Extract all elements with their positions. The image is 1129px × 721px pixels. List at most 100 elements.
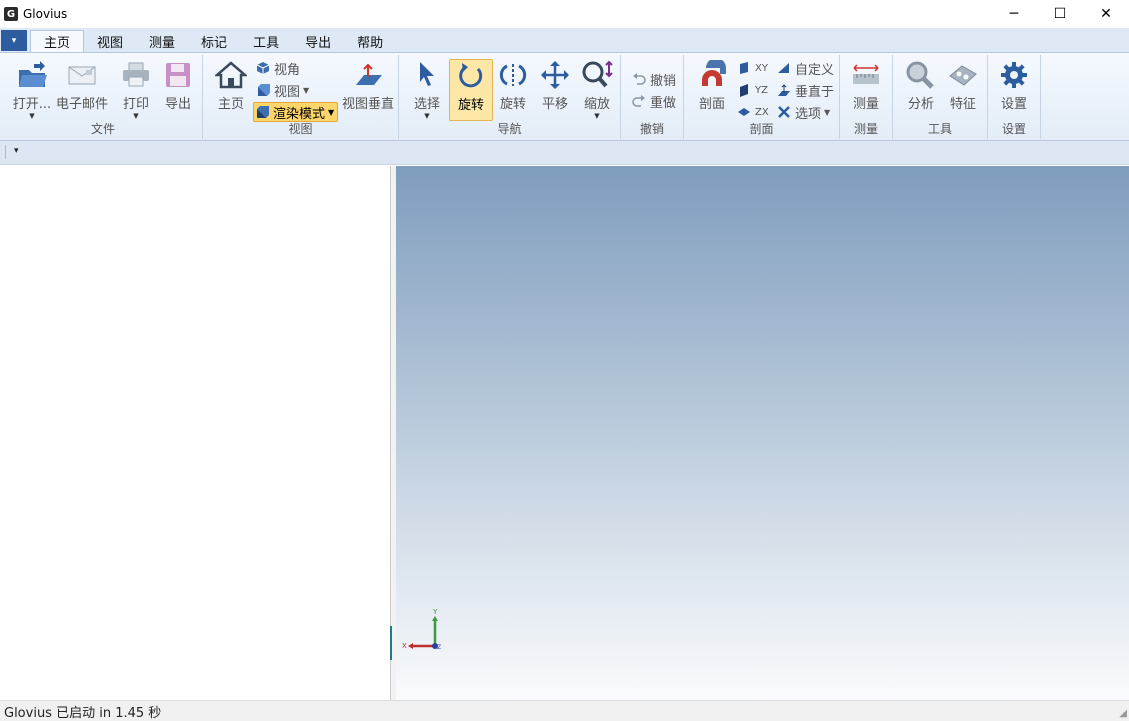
- cube-views-icon: [255, 82, 271, 98]
- export-button[interactable]: 导出: [156, 59, 200, 121]
- section-cut-icon: [695, 59, 729, 91]
- section-xy-button[interactable]: XY: [736, 58, 768, 78]
- home-icon: [214, 59, 248, 91]
- group-label-section: 剖面: [749, 122, 774, 136]
- group-view: 主页 视角 视图 ▼ 渲染模式 ▼ 视图垂直 视图: [203, 55, 399, 139]
- section-button[interactable]: 剖面: [690, 59, 734, 121]
- printer-icon: [119, 59, 153, 91]
- plane-xy-icon: [736, 60, 752, 76]
- group-section: 剖面 XY YZ ZX 自定义 垂直于 选项 ▼ 剖面: [684, 55, 840, 139]
- resize-grip-icon[interactable]: ◢: [1119, 708, 1127, 719]
- chevron-down-icon: ▼: [29, 112, 35, 120]
- custom-plane-icon: [776, 60, 792, 76]
- chevron-down-icon: ▼: [133, 112, 139, 120]
- group-navigation: 选择 ▼ 旋转 旋转 平移 缩放 ▼ 导航: [399, 55, 621, 139]
- undo-button[interactable]: 撤销: [631, 69, 676, 89]
- triad-y-label: Y: [432, 608, 438, 616]
- features-button[interactable]: 特征: [941, 59, 985, 121]
- secondary-toolbar: ▾: [0, 141, 1129, 165]
- ruler-icon: [849, 59, 883, 91]
- spin-button[interactable]: 旋转: [491, 59, 535, 121]
- section-custom-button[interactable]: 自定义: [776, 58, 834, 78]
- chevron-down-icon: ▼: [303, 85, 310, 95]
- splitter-indicator: [390, 626, 392, 660]
- chevron-down-icon: ▼: [594, 112, 600, 120]
- tab-help[interactable]: 帮助: [344, 30, 396, 52]
- render-mode-dropdown-button[interactable]: 渲染模式 ▼: [253, 102, 339, 122]
- plane-yz-icon: [736, 82, 752, 98]
- tab-home[interactable]: 主页: [30, 30, 85, 52]
- triad-z-label: Z: [437, 644, 441, 651]
- tab-view[interactable]: 视图: [84, 30, 136, 52]
- maximize-button[interactable]: ☐: [1037, 0, 1083, 28]
- quick-access-menu-button[interactable]: ▾: [1, 30, 27, 51]
- view-angle-button[interactable]: 视角: [255, 58, 300, 78]
- pan-button[interactable]: 平移: [533, 59, 577, 121]
- redo-arrow-icon: [631, 93, 647, 109]
- group-label-view: 视图: [288, 122, 313, 136]
- plane-zx-icon: [736, 104, 752, 120]
- views-dropdown-button[interactable]: 视图 ▼: [255, 80, 309, 100]
- chevron-down-icon: ▼: [328, 107, 335, 117]
- triad-x-label: X: [402, 642, 407, 650]
- group-label-tools: 工具: [927, 122, 952, 136]
- zoom-magnifier-icon: [580, 59, 614, 91]
- ribbon-tab-bar: ▾ 主页 视图 测量 标记 工具 导出 帮助: [0, 28, 1129, 52]
- home-view-button[interactable]: 主页: [209, 59, 253, 121]
- section-zx-button[interactable]: ZX: [736, 102, 769, 122]
- analyze-button[interactable]: 分析: [899, 59, 943, 121]
- 3d-viewport[interactable]: Y X Z: [396, 166, 1129, 700]
- undo-arrow-icon: [631, 71, 647, 87]
- redo-button[interactable]: 重做: [631, 91, 676, 111]
- measure-button[interactable]: 测量: [844, 59, 888, 121]
- status-text: Glovius 已启动 in 1.45 秒: [4, 705, 162, 721]
- window-title: Glovius: [23, 7, 68, 21]
- tab-export[interactable]: 导出: [292, 30, 344, 52]
- close-button[interactable]: ✕: [1083, 0, 1129, 28]
- app-logo-icon: G: [4, 7, 18, 21]
- group-file: 打开... ▼ 电子邮件 打印 ▼ 导出 文件: [4, 55, 203, 139]
- settings-button[interactable]: 设置: [992, 59, 1036, 121]
- minimize-button[interactable]: ─: [991, 0, 1037, 28]
- section-yz-button[interactable]: YZ: [736, 80, 768, 100]
- toolbar-overflow-icon[interactable]: ▾: [14, 146, 19, 156]
- save-disk-icon: [161, 59, 195, 91]
- features-part-icon: [946, 59, 980, 91]
- tab-markup[interactable]: 标记: [188, 30, 240, 52]
- status-bar: Glovius 已启动 in 1.45 秒 ◢: [0, 700, 1129, 721]
- group-measure: 测量 测量: [840, 55, 893, 139]
- group-label-navigation: 导航: [497, 122, 522, 136]
- section-options-button[interactable]: 选项 ▼: [776, 102, 830, 122]
- email-button[interactable]: 电子邮件: [56, 59, 108, 121]
- group-tools: 分析 特征 工具: [893, 55, 988, 139]
- chevron-down-icon: ▼: [424, 112, 430, 120]
- section-perpendicular-button[interactable]: 垂直于: [776, 80, 834, 100]
- group-undo: 撤销 重做 撤销: [621, 55, 684, 139]
- view-normal-button[interactable]: 视图垂直: [342, 59, 394, 121]
- zoom-button[interactable]: 缩放 ▼: [575, 59, 619, 121]
- tools-cross-icon: [776, 104, 792, 120]
- toolbar-grip[interactable]: [5, 145, 6, 159]
- gear-icon: [997, 59, 1031, 91]
- rotate-button[interactable]: 旋转: [449, 59, 493, 121]
- view-normal-icon: [351, 59, 385, 91]
- spin-icon: [496, 59, 530, 91]
- tab-measure[interactable]: 测量: [136, 30, 188, 52]
- tab-tools[interactable]: 工具: [240, 30, 292, 52]
- group-label-file: 文件: [90, 122, 115, 136]
- chevron-down-icon: ▼: [824, 107, 831, 117]
- render-cube-icon: [254, 104, 270, 120]
- select-button[interactable]: 选择 ▼: [405, 59, 449, 121]
- rotate-icon: [454, 60, 488, 92]
- pan-arrows-icon: [538, 59, 572, 91]
- email-icon: [65, 59, 99, 91]
- group-label-undo: 撤销: [639, 122, 664, 136]
- analyze-magnifier-icon: [904, 59, 938, 91]
- ribbon: 打开... ▼ 电子邮件 打印 ▼ 导出 文件 主页 视角 视图 ▼ 渲染模式 …: [0, 52, 1129, 141]
- cube-angle-icon: [255, 60, 271, 76]
- cursor-arrow-icon: [410, 59, 444, 91]
- open-button[interactable]: 打开... ▼: [10, 59, 54, 121]
- print-button[interactable]: 打印 ▼: [114, 59, 158, 121]
- model-tree-panel[interactable]: [0, 166, 390, 700]
- group-label-measure: 测量: [853, 122, 878, 136]
